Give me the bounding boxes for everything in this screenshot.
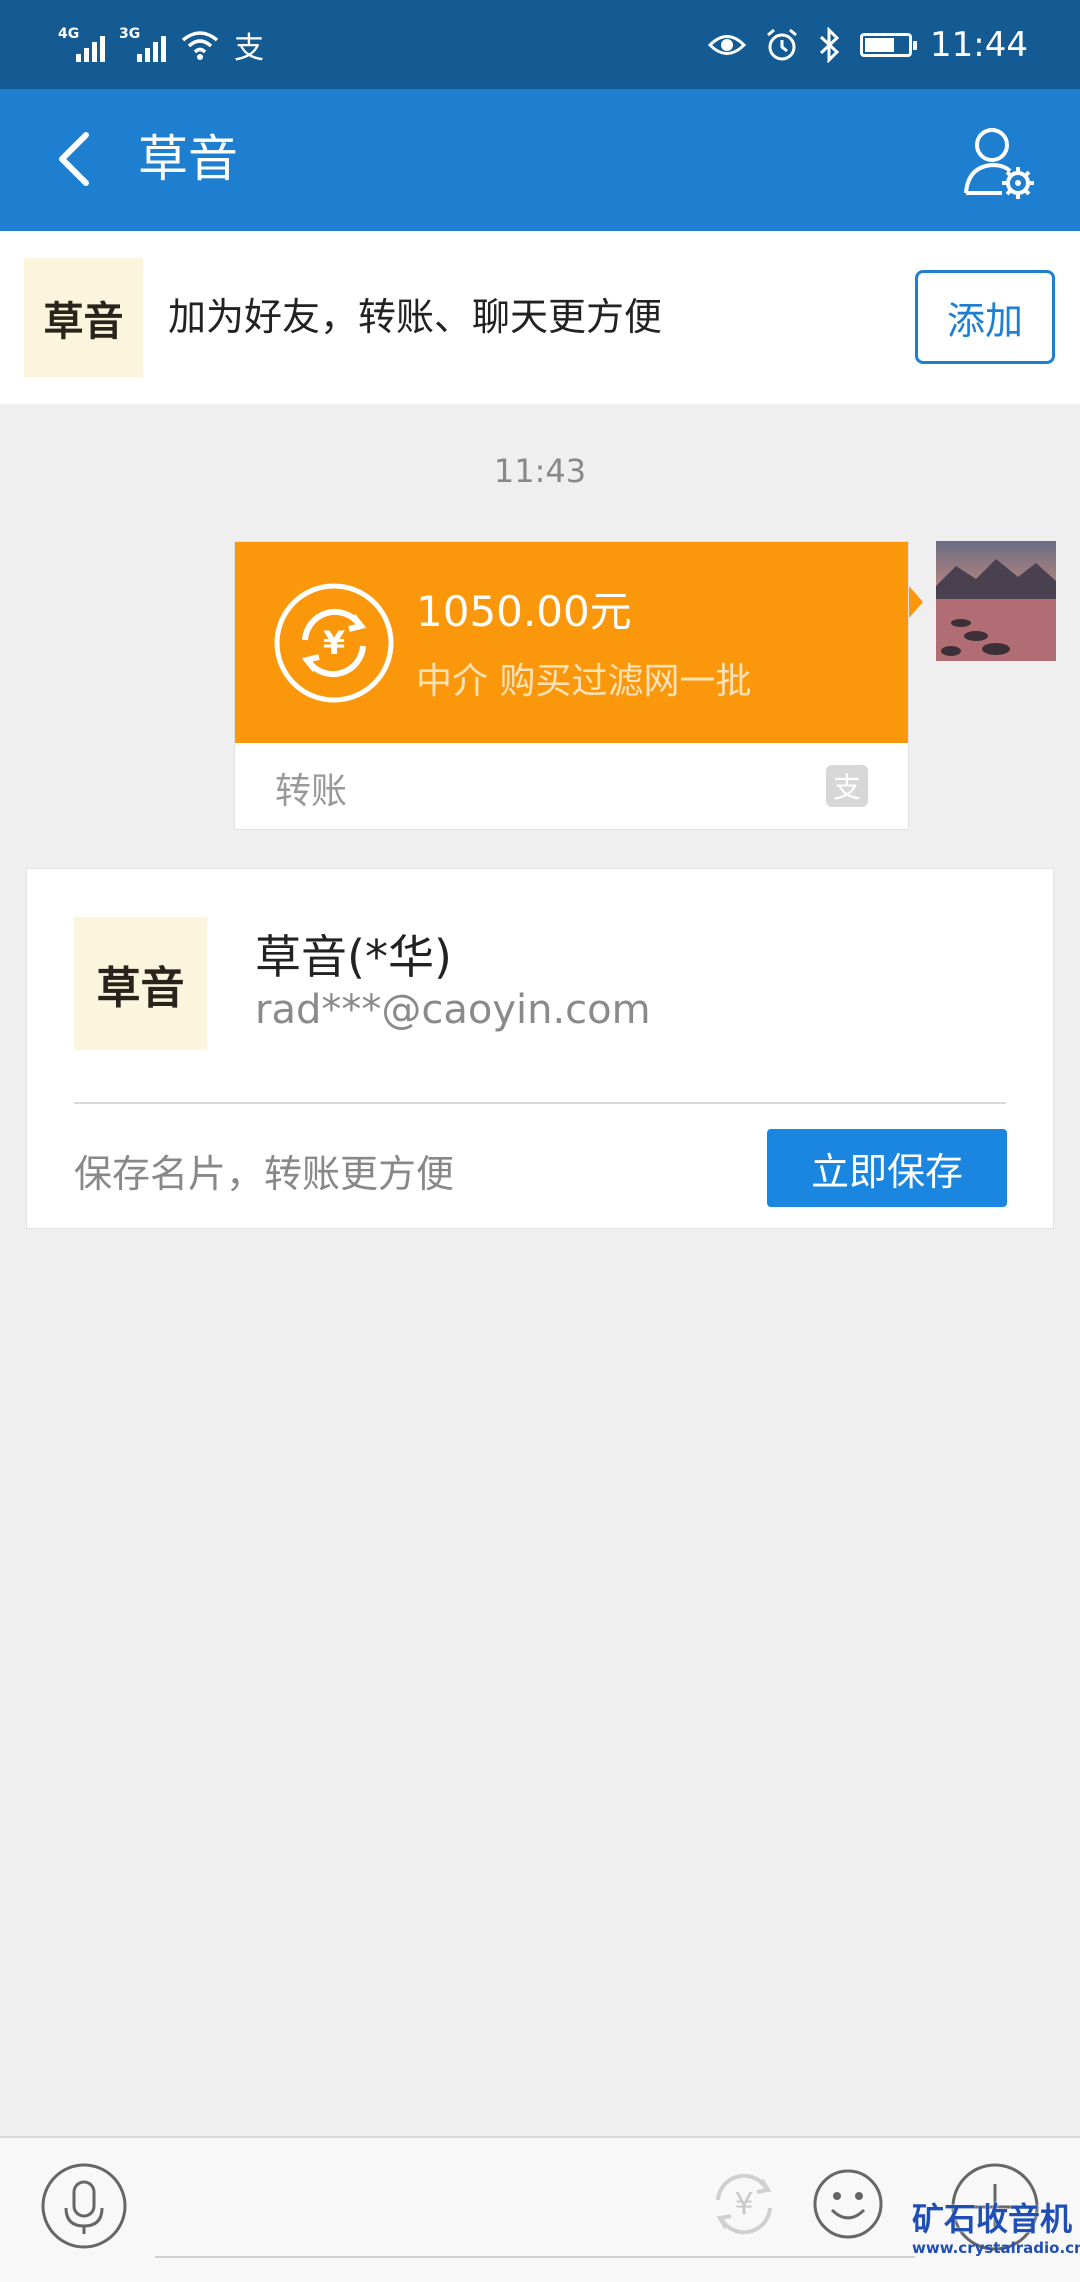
watermark-url: www.crystalradio.cn [912, 2239, 1080, 2257]
alipay-notification-icon: 支 [234, 31, 264, 66]
divider [74, 1102, 1006, 1104]
yuan-icon[interactable]: ¥ [706, 2166, 782, 2242]
contact-logo-text: 草音 [96, 962, 185, 1014]
wifi-icon [181, 31, 219, 60]
contact-logo: 草音 [24, 258, 143, 377]
transfer-label: 转账 [275, 771, 348, 812]
eye-icon [708, 35, 747, 55]
avatar[interactable] [936, 541, 1056, 661]
battery-icon [860, 33, 918, 57]
add-friend-banner: 草音 加为好友，转账、聊天更方便 添加 [0, 231, 1080, 404]
transfer-message[interactable]: ¥ 1050.00元 中介 购买过滤网一批 转账 支 [234, 541, 909, 830]
avatar-image [936, 541, 1056, 661]
signal-icon: 4G [58, 26, 105, 62]
contact-card-logo: 草音 [74, 917, 207, 1050]
logo-text: 草音 [43, 297, 124, 345]
user-settings-icon[interactable] [960, 123, 1040, 203]
watermark-title: 矿石收音机 [912, 2200, 1073, 2238]
message-timestamp: 11:43 [493, 452, 587, 490]
save-contact-button[interactable]: 立即保存 [767, 1129, 1007, 1207]
add-friend-button[interactable]: 添加 [915, 270, 1055, 364]
yuan-transfer-icon: ¥ [274, 583, 394, 703]
status-left: 4G 3G 支 [58, 20, 264, 70]
svg-text:¥: ¥ [734, 2187, 753, 2222]
transfer-header: ¥ 1050.00元 中介 购买过滤网一批 [235, 542, 908, 743]
contact-email: rad***@caoyin.com [255, 987, 651, 1033]
bubble-tail [909, 586, 923, 618]
transfer-note: 中介 购买过滤网一批 [416, 661, 752, 702]
status-time: 11:44 [930, 25, 1028, 65]
nav-bar: 草音 [0, 89, 1080, 231]
bluetooth-icon [819, 27, 840, 63]
watermark: 矿石收音机 www.crystalradio.cn [912, 2200, 1080, 2258]
status-right: 11:44 [708, 20, 1028, 70]
transfer-amount: 1050.00元 [416, 587, 632, 636]
microphone-icon[interactable] [40, 2162, 128, 2250]
emoji-icon[interactable] [810, 2166, 886, 2242]
banner-text: 加为好友，转账、聊天更方便 [168, 295, 663, 339]
alipay-icon: 支 [826, 765, 868, 807]
contact-card[interactable]: 草音 草音(*华) rad***@caoyin.com 保存名片，转账更方便 立… [26, 868, 1054, 1229]
save-hint: 保存名片，转账更方便 [74, 1152, 455, 1196]
alarm-icon [767, 28, 797, 61]
signal-icon-2: 3G [119, 26, 166, 62]
status-bar: 4G 3G 支 11:44 [0, 0, 1080, 89]
chevron-left-icon[interactable] [48, 129, 108, 189]
contact-name: 草音(*华) [255, 930, 452, 984]
page-title: 草音 [138, 130, 238, 188]
svg-text:¥: ¥ [323, 624, 345, 662]
message-input[interactable] [155, 2256, 915, 2258]
